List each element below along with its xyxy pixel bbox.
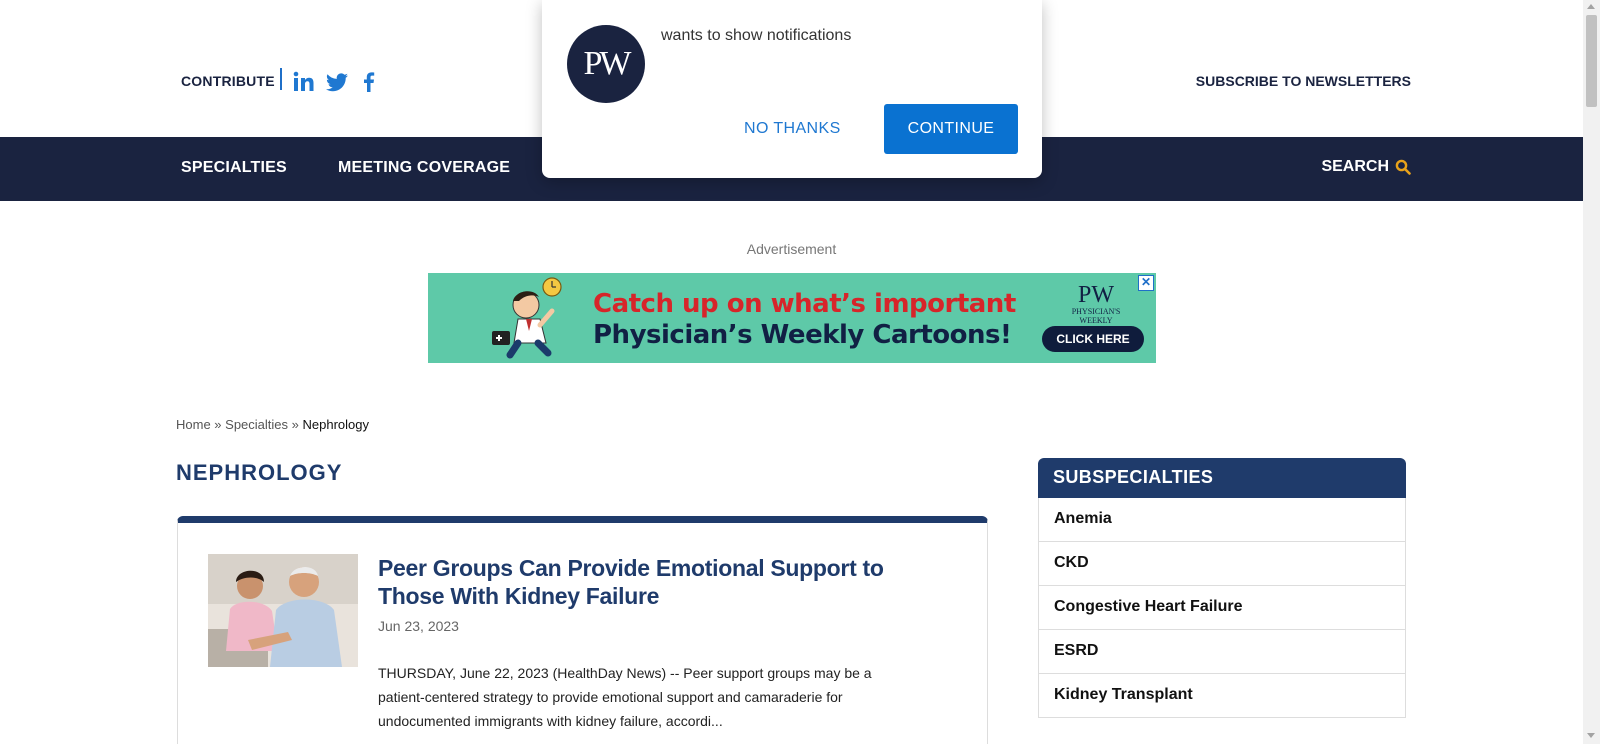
doctor-cartoon-icon <box>492 277 562 359</box>
header-divider <box>280 68 282 90</box>
facebook-icon[interactable] <box>357 70 381 94</box>
scroll-up-icon[interactable] <box>1587 4 1595 9</box>
ad-close-icon[interactable]: ✕ <box>1138 275 1154 291</box>
ad-subheadline: Physician’s Weekly Cartoons! <box>593 320 1012 350</box>
sidebar-item-ckd[interactable]: CKD <box>1038 542 1406 586</box>
article-card: Peer Groups Can Provide Emotional Suppor… <box>177 516 988 744</box>
breadcrumb-current: Nephrology <box>302 417 370 432</box>
breadcrumb-separator: » <box>288 417 303 432</box>
sidebar-item-anemia[interactable]: Anemia <box>1038 498 1406 542</box>
sidebar-item-kidney-transplant[interactable]: Kidney Transplant <box>1038 674 1406 718</box>
page: CONTRIBUTE SUBSCRIBE TO NEWSLETTERS SPEC… <box>0 0 1583 744</box>
breadcrumb: Home » Specialties » Nephrology <box>176 417 369 432</box>
article-date: Jun 23, 2023 <box>378 618 459 634</box>
scrollbar-thumb[interactable] <box>1586 15 1597 107</box>
sidebar-item-congestive-heart-failure[interactable]: Congestive Heart Failure <box>1038 586 1406 630</box>
ad-banner[interactable]: Catch up on what’s important Physician’s… <box>428 273 1156 363</box>
nav-meeting-coverage[interactable]: MEETING COVERAGE <box>338 159 510 177</box>
search-button[interactable]: SEARCH <box>1321 158 1411 176</box>
breadcrumb-home[interactable]: Home <box>176 417 211 432</box>
scroll-down-icon[interactable] <box>1587 733 1595 738</box>
nav-specialties[interactable]: SPECIALTIES <box>181 159 287 177</box>
breadcrumb-separator: » <box>210 417 226 432</box>
continue-button[interactable]: CONTINUE <box>884 104 1018 154</box>
linkedin-icon[interactable] <box>292 70 316 94</box>
page-title: NEPHROLOGY <box>176 460 343 485</box>
article-excerpt: THURSDAY, June 22, 2023 (HealthDay News)… <box>378 665 872 729</box>
no-thanks-button[interactable]: NO THANKS <box>744 120 841 138</box>
subspecialties-sidebar: SUBSPECIALTIES Anemia CKD Congestive Hea… <box>1038 458 1406 718</box>
ad-logo-mark: PW <box>1078 282 1114 308</box>
contribute-link[interactable]: CONTRIBUTE <box>181 73 275 89</box>
subscribe-newsletters-link[interactable]: SUBSCRIBE TO NEWSLETTERS <box>1196 73 1411 89</box>
breadcrumb-specialties[interactable]: Specialties <box>225 417 288 432</box>
article-title-link[interactable]: Peer Groups Can Provide Emotional Suppor… <box>378 554 918 610</box>
twitter-icon[interactable] <box>325 70 349 94</box>
article-thumbnail[interactable] <box>208 554 358 667</box>
advertisement-label: Advertisement <box>746 241 837 257</box>
popup-message: wants to show notifications <box>661 27 852 44</box>
ad-headline: Catch up on what’s important <box>593 289 1016 319</box>
popup-logo: PW <box>567 25 645 103</box>
sidebar-heading: SUBSPECIALTIES <box>1038 458 1406 498</box>
vertical-scrollbar[interactable] <box>1583 0 1600 744</box>
ad-logo-text: PHYSICIAN'S WEEKLY <box>1071 307 1121 325</box>
search-label: SEARCH <box>1321 158 1389 175</box>
ad-click-here-button[interactable]: CLICK HERE <box>1042 326 1144 352</box>
notification-permission-popup: PW wants to show notifications NO THANKS… <box>542 0 1042 178</box>
ad-logo: PW PHYSICIAN'S WEEKLY <box>1056 283 1136 325</box>
sidebar-item-esrd[interactable]: ESRD <box>1038 630 1406 674</box>
search-icon <box>1395 159 1411 175</box>
